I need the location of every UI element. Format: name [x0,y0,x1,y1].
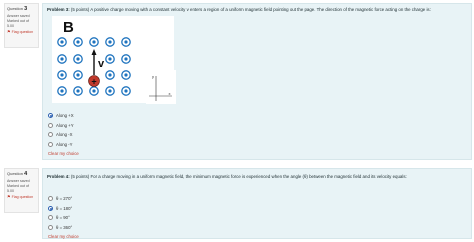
radio-button[interactable] [48,113,53,119]
velocity-label: v [98,58,105,70]
option-label: θ = 90° [56,215,70,221]
answer-options: Along +X Along +Y Along -X Along -Y Clea… [48,111,79,156]
y-axis-label: y [152,74,154,79]
option-theta-270[interactable]: θ = 270° [48,194,79,204]
field-dot-center [76,89,80,93]
option-label: θ = 360° [56,224,73,230]
field-label: B [63,19,74,36]
problem-title: Problem 4: [47,174,70,179]
radio-button[interactable] [48,215,53,221]
option-theta-360[interactable]: θ = 360° [48,223,79,233]
radio-button[interactable] [48,224,53,230]
field-dot-center [92,89,96,93]
field-dot-center [76,73,80,77]
radio-button[interactable] [48,132,53,138]
question-label: Question [7,171,24,176]
x-axis-label: x [169,91,171,96]
option-label: Along +X [56,113,74,119]
field-dot-center [124,89,128,93]
option-label: Along -Y [56,141,73,147]
question-info-4: Question 4 Answer saved Marked out of 5.… [4,168,39,213]
problem-title: Problem 3: [47,7,70,12]
field-dot-center [108,73,112,77]
option-along-plus-y[interactable]: Along +Y [48,121,79,131]
radio-button[interactable] [48,122,53,128]
option-label: θ = 180° [56,205,73,211]
option-theta-90[interactable]: θ = 90° [48,213,79,223]
question-text: Problem 4: (5 points) For a charge movin… [43,169,471,180]
option-label: Along +Y [56,122,74,128]
flag-question-link[interactable]: ⚑ Flag question [7,194,36,200]
axes-diagram: y x [149,74,172,101]
field-dot-center [60,40,64,44]
coordinate-axes: y x [146,70,176,104]
option-theta-180[interactable]: θ = 180° [48,204,79,214]
flag-question-label: Flag question [11,194,34,199]
field-dot-center [60,73,64,77]
question-text: Problem 3: (5 points) A positive charge … [43,4,471,13]
field-dot-center [92,40,96,44]
flag-icon: ⚑ [7,28,11,34]
field-dot-center [124,57,128,61]
option-along-plus-x[interactable]: Along +X [48,111,79,121]
field-dot-center [76,40,80,44]
radio-button[interactable] [48,141,53,147]
problem-text: (5 points) A positive charge moving with… [69,7,431,12]
question-number: 3 [24,6,28,12]
field-dot-center [76,57,80,61]
field-dot-center [108,40,112,44]
option-along-minus-y[interactable]: Along -Y [48,140,79,150]
field-dot-center [108,89,112,93]
flag-question-link[interactable]: ⚑ Flag question [7,29,36,35]
question-label: Question [7,6,24,11]
option-label: Along -X [56,132,73,138]
field-dot-center [124,73,128,77]
question-number: 4 [24,171,28,177]
field-dot-center [124,40,128,44]
field-dot-center [60,89,64,93]
clear-choice-link[interactable]: Clear my choice [48,151,79,156]
radio-button[interactable] [48,205,53,211]
problem-text: (5 points) For a charge moving in a unif… [69,174,407,179]
question-content-4: Problem 4: (5 points) For a charge movin… [42,168,472,239]
field-dot-center [60,57,64,61]
flag-question-label: Flag question [11,29,34,34]
plus-sign: + [91,77,96,87]
question-info-3: Question 3 Answer saved Marked out of 5.… [4,3,39,48]
option-along-minus-x[interactable]: Along -X [48,130,79,140]
clear-choice-link[interactable]: Clear my choice [48,234,79,239]
radio-button[interactable] [48,196,53,202]
option-label: θ = 270° [56,196,73,202]
field-dot-center [108,57,112,61]
flag-icon: ⚑ [7,193,11,199]
answer-options: θ = 270° θ = 180° θ = 90° θ = 360° Clear… [48,194,79,239]
velocity-arrowhead [91,49,97,55]
